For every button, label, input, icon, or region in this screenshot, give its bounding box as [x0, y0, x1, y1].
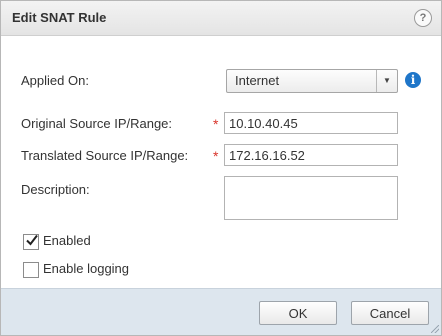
chevron-down-icon[interactable]: ▼	[376, 70, 397, 92]
checkmark-icon	[26, 234, 38, 246]
enabled-checkbox[interactable]	[23, 234, 39, 250]
enable-logging-checkbox[interactable]	[23, 262, 39, 278]
original-source-label: Original Source IP/Range:	[21, 116, 173, 131]
translated-source-row: Translated Source IP/Range: *	[1, 144, 441, 168]
description-label: Description:	[21, 182, 90, 197]
description-textarea[interactable]	[224, 176, 398, 220]
cancel-button[interactable]: Cancel	[351, 301, 429, 325]
required-marker: *	[213, 116, 219, 132]
enabled-row: Enabled	[1, 233, 441, 252]
original-source-row: Original Source IP/Range: *	[1, 112, 441, 136]
resize-grip[interactable]	[431, 325, 439, 333]
dialog-titlebar: Edit SNAT Rule ?	[1, 1, 441, 36]
applied-on-label: Applied On:	[21, 73, 89, 88]
description-row: Description:	[1, 176, 441, 222]
help-icon[interactable]: ?	[414, 9, 432, 27]
translated-source-input[interactable]	[224, 144, 398, 166]
info-icon[interactable]: i	[405, 72, 421, 88]
original-source-input[interactable]	[224, 112, 398, 134]
ok-button[interactable]: OK	[259, 301, 337, 325]
translated-source-label: Translated Source IP/Range:	[21, 148, 189, 163]
enable-logging-row: Enable logging	[1, 261, 441, 280]
edit-snat-rule-dialog: Edit SNAT Rule ? Applied On: Internet ▼ …	[0, 0, 442, 336]
dialog-footer: OK Cancel	[1, 288, 441, 335]
applied-on-row: Applied On: Internet ▼ i	[1, 69, 441, 93]
applied-on-value: Internet	[235, 73, 280, 88]
enable-logging-label[interactable]: Enable logging	[43, 261, 129, 276]
enabled-label[interactable]: Enabled	[43, 233, 91, 248]
required-marker: *	[213, 148, 219, 164]
applied-on-select[interactable]: Internet ▼	[226, 69, 398, 93]
dialog-title: Edit SNAT Rule	[12, 10, 107, 25]
